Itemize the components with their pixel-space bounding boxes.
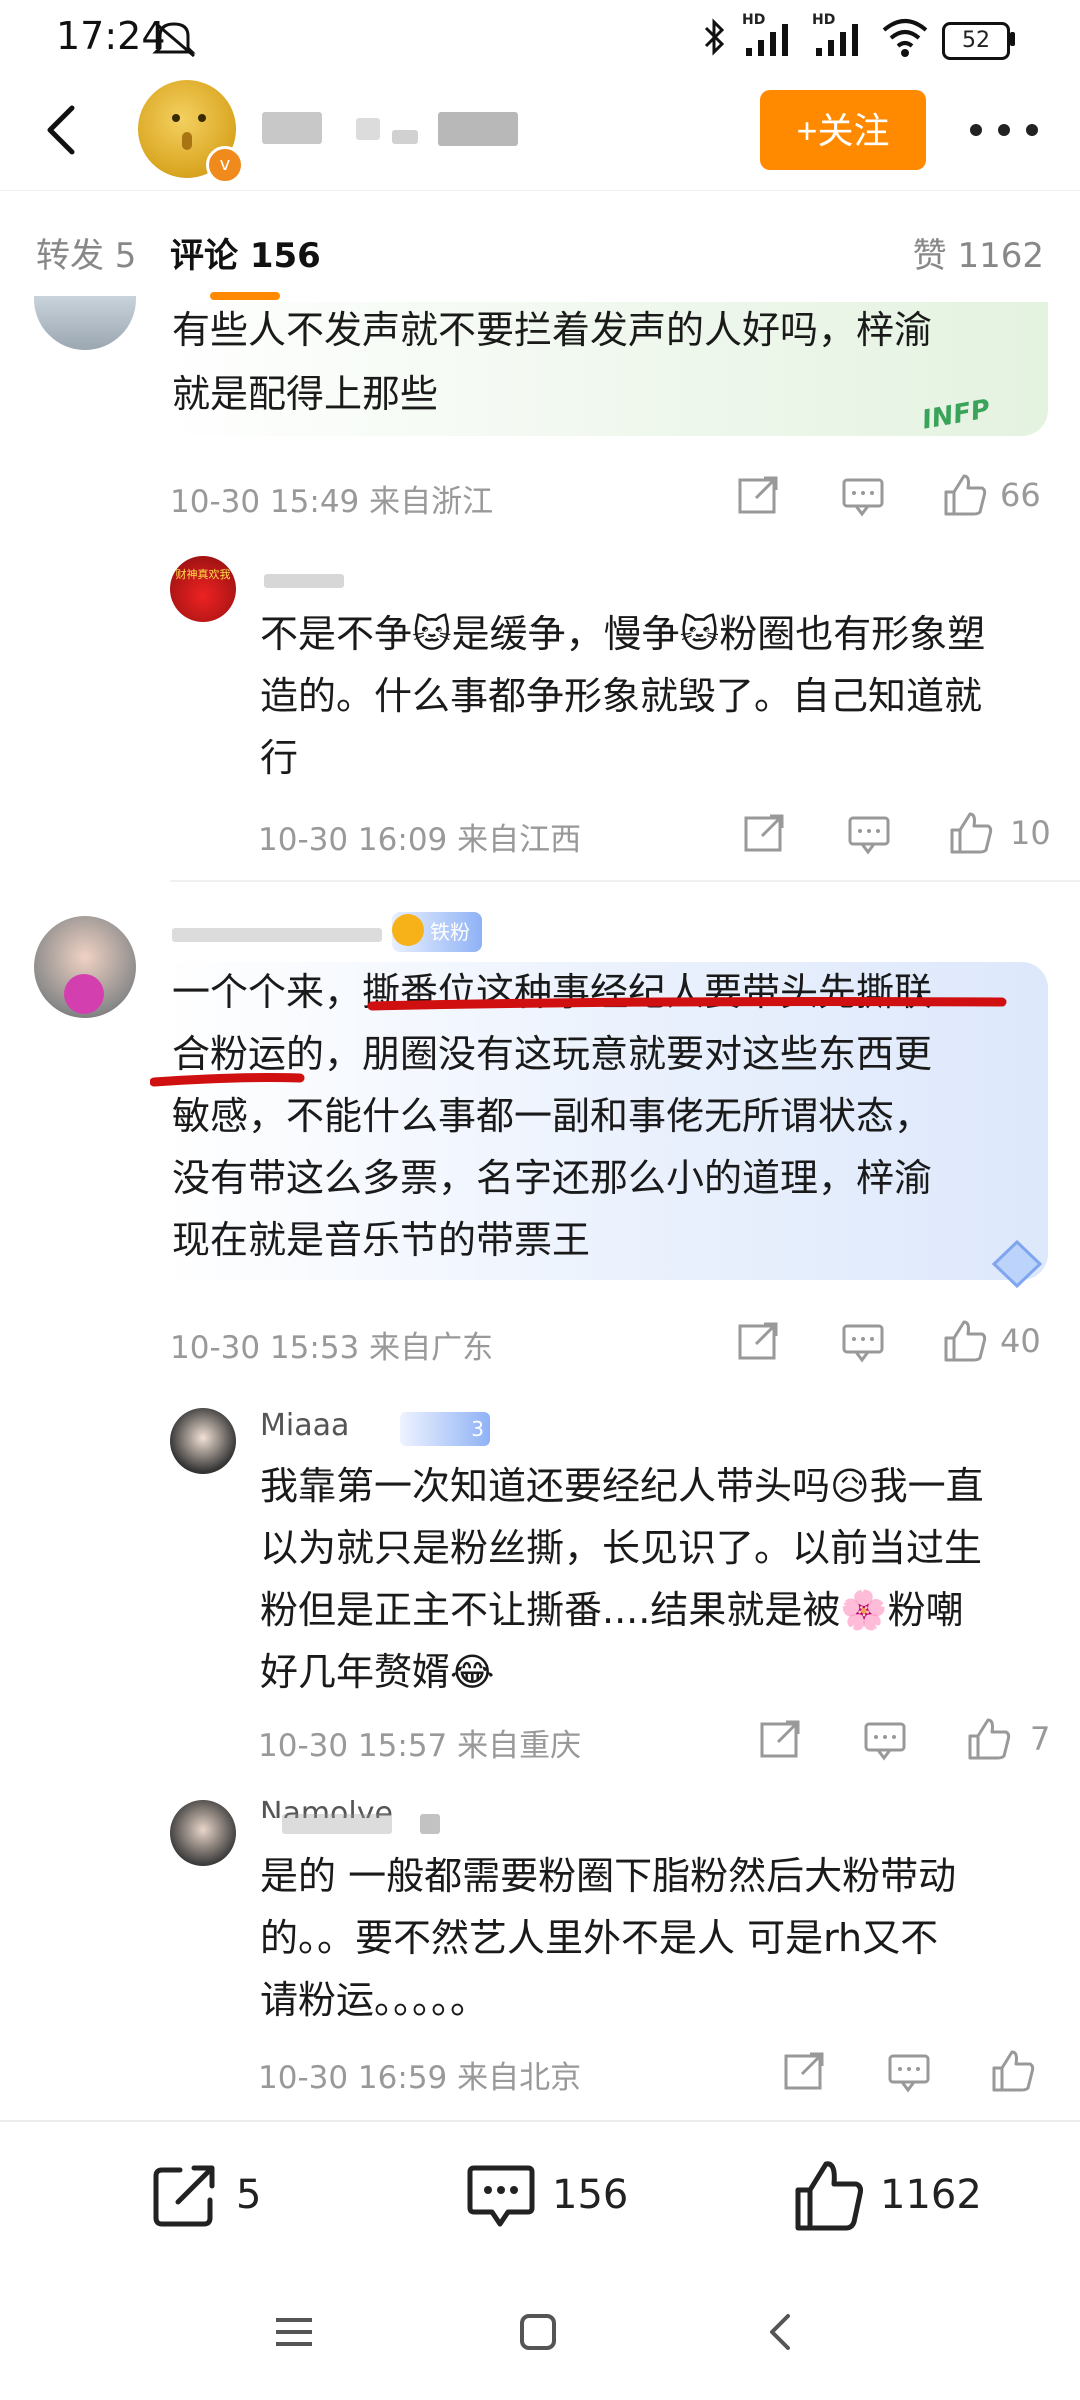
like-icon[interactable] [988, 2046, 1038, 2096]
tab-reposts[interactable]: 转发 5 [36, 228, 136, 277]
reply-username[interactable]: Miaaa [260, 1408, 349, 1443]
more-options-icon[interactable] [970, 110, 1040, 150]
author-name-blurred[interactable] [262, 112, 322, 144]
share-icon[interactable] [740, 808, 790, 858]
repost-icon[interactable] [150, 2160, 220, 2230]
comment-meta: 10-30 15:53 来自广东 [170, 1330, 494, 1366]
battery-tip [1010, 32, 1015, 46]
reply-text-line: 我靠第一次知道还要经纪人带头吗😥我一直 [260, 1464, 984, 1508]
diamond-sticker-icon [991, 1239, 1043, 1289]
signal-icon-2 [816, 24, 858, 56]
like-icon[interactable] [964, 1714, 1014, 1764]
reply-meta: 10-30 16:59 来自北京 [258, 2060, 582, 2096]
share-icon[interactable] [756, 1714, 806, 1764]
bluetooth-icon [704, 18, 725, 56]
share-icon[interactable] [780, 2046, 830, 2096]
commenter-avatar[interactable] [34, 296, 136, 350]
like-icon[interactable] [940, 470, 990, 520]
commenter-avatar[interactable] [34, 916, 136, 1018]
like-count: 40 [1000, 1322, 1041, 1360]
comment-icon[interactable] [884, 2046, 934, 2096]
fan-badge: 铁粉4 [392, 912, 482, 984]
like-icon[interactable] [792, 2158, 866, 2234]
comment-text-line: 有些人不发声就不要拦着发声的人好吗，梓渝 [172, 308, 933, 352]
reply-meta: 10-30 15:57 来自重庆 [258, 1728, 582, 1764]
reply-text-line: 的。。要不然艺人里外不是人 可是rh又不 [260, 1916, 939, 1960]
like-icon[interactable] [946, 808, 996, 858]
comment-text-line: 现在就是音乐节的带票王 [172, 1218, 591, 1262]
like-count: 66 [1000, 476, 1041, 514]
reply-username-blurred-2 [420, 1814, 440, 1834]
comment-icon[interactable] [860, 1714, 910, 1764]
reply-text-line: 请粉运。。。。。 [260, 1978, 489, 2022]
wifi-icon [882, 19, 928, 57]
author-name-blurred-3 [392, 130, 418, 144]
comment-meta: 10-30 15:49 来自浙江 [170, 484, 494, 520]
share-icon[interactable] [734, 470, 784, 520]
menu-icon[interactable] [272, 2312, 316, 2352]
share-icon[interactable] [734, 1316, 784, 1366]
comment-text-line: 没有带这么多票，名字还那么小的道理，梓渝 [172, 1156, 933, 1200]
comment-text-line: 就是配得上那些 [172, 372, 439, 416]
signal-icon [746, 24, 788, 56]
follow-button[interactable]: +关注 [760, 90, 926, 170]
mute-icon [152, 20, 196, 58]
like-count: 10 [1010, 814, 1051, 852]
comments-icon[interactable] [464, 2160, 538, 2234]
likes-count[interactable]: 1162 [880, 2172, 982, 2218]
repost-count[interactable]: 5 [236, 2172, 261, 2218]
active-tab-indicator [210, 292, 280, 300]
author-name-blurred-2 [356, 118, 380, 140]
back-nav-icon[interactable] [760, 2310, 800, 2354]
reply-text-line: 造的。什么事都争形象就毁了。自己知道就 [260, 674, 983, 718]
reply-avatar[interactable] [170, 1408, 236, 1474]
comment-icon[interactable] [844, 808, 894, 858]
reply-text-line: 是的 一般都需要粉圈下脂粉然后大粉带动 [260, 1854, 957, 1898]
reply-text-line: 以为就只是粉丝撕，长见识了。以前当过生 [260, 1526, 983, 1570]
reply-text-line: 好几年赘婿😂 [260, 1650, 495, 1694]
fan-badge-level: 3 [471, 1417, 484, 1441]
reply-username-blurred[interactable] [264, 574, 344, 588]
home-icon[interactable] [516, 2310, 560, 2354]
crown-icon [392, 914, 424, 946]
reply-text-line: 行 [260, 736, 299, 780]
commenter-username-blurred[interactable] [172, 928, 382, 942]
verified-badge-icon: v [206, 146, 244, 184]
tab-likes[interactable]: 赞 1162 [913, 228, 1044, 277]
battery-icon: 52 [942, 22, 1010, 60]
comments-count[interactable]: 156 [552, 2172, 628, 2218]
fan-badge: 3 [400, 1412, 490, 1446]
reply-text-line: 粉但是正主不让撕番....结果就是被🌸粉嘲 [260, 1588, 964, 1632]
author-name-blurred-4 [438, 112, 518, 146]
back-arrow-icon[interactable] [34, 100, 94, 160]
tab-comments[interactable]: 评论 156 [170, 228, 321, 277]
red-underline-annotation [150, 997, 1007, 1087]
reply-avatar[interactable]: 财神真欢我 [170, 556, 236, 622]
status-bar: 17:24 HD HD 52 [0, 0, 1080, 78]
like-icon[interactable] [940, 1316, 990, 1366]
avatar-caption: 财神真欢我 [175, 568, 231, 581]
reply-text-line: 不是不争🐱是缓争，慢争🐱粉圈也有形象塑 [260, 612, 986, 656]
reply-avatar[interactable] [170, 1800, 236, 1866]
reply-username-blurred [282, 1814, 392, 1834]
battery-level: 52 [962, 28, 990, 53]
like-count: 7 [1030, 1720, 1051, 1758]
reply-meta: 10-30 16:09 来自江西 [258, 822, 582, 858]
comment-icon[interactable] [838, 470, 888, 520]
divider [170, 880, 1080, 882]
comment-icon[interactable] [838, 1316, 888, 1366]
